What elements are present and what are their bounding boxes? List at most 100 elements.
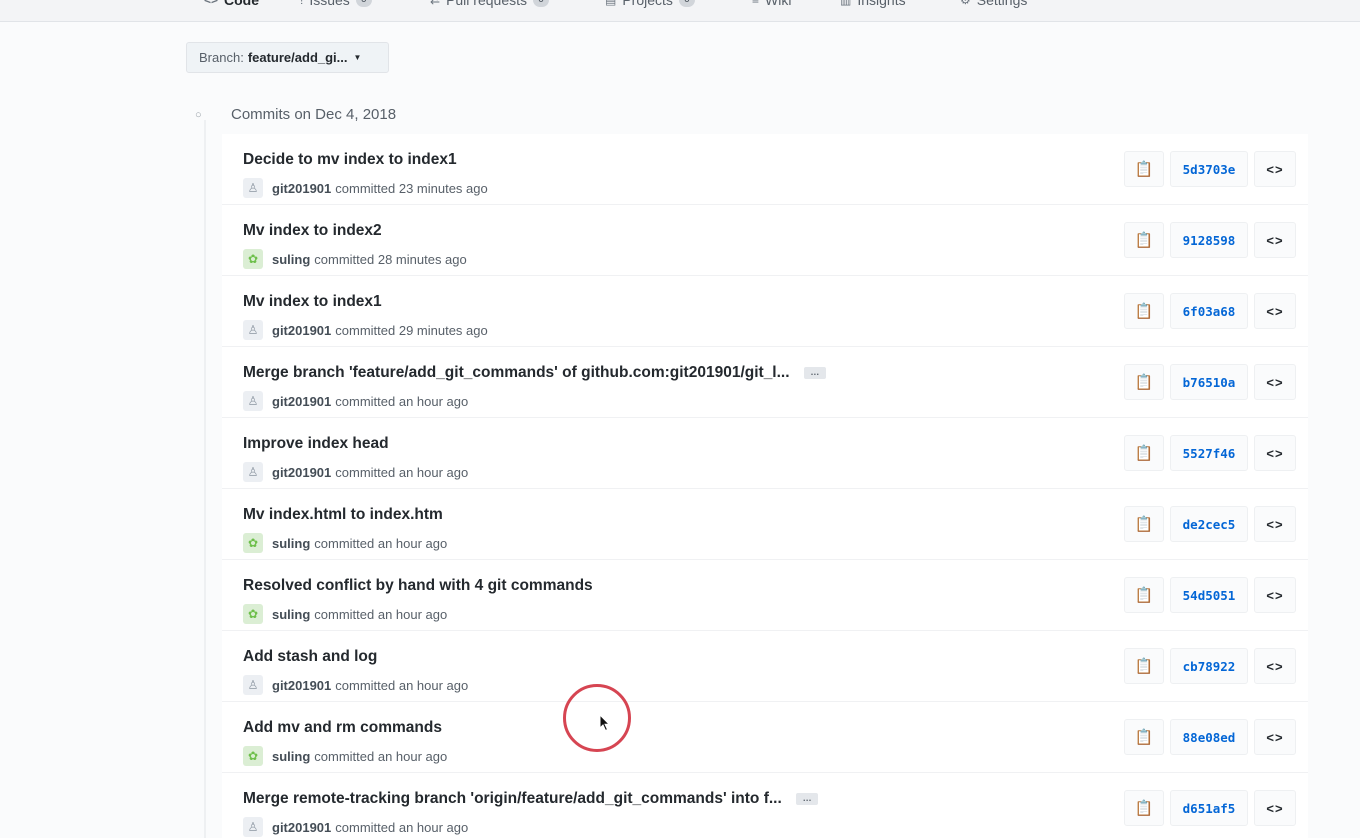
commit-author-link[interactable]: git201901 (272, 465, 331, 480)
clipboard-icon: 📋 (1134, 374, 1154, 391)
tab-issues-label: Issues (309, 0, 350, 8)
commit-actions: 📋 5527f46 <> (1124, 435, 1296, 471)
code-icon: <> (1266, 161, 1284, 177)
commit-author-link[interactable]: suling (272, 607, 310, 622)
tab-insights[interactable]: ▥ Insights (840, 0, 906, 10)
commit-author-link[interactable]: suling (272, 252, 310, 267)
avatar[interactable]: ♙ (243, 391, 263, 411)
browse-repo-button[interactable]: <> (1254, 222, 1296, 258)
commit-sha-link[interactable]: 88e08ed (1170, 719, 1248, 755)
commit-author-link[interactable]: git201901 (272, 323, 331, 338)
commit-sha-link[interactable]: de2cec5 (1170, 506, 1248, 542)
copy-sha-button[interactable]: 📋 (1124, 719, 1164, 755)
commit-message-link[interactable]: Mv index to index2 (243, 222, 382, 239)
avatar[interactable]: ✿ (243, 746, 263, 766)
clipboard-icon: 📋 (1134, 161, 1154, 178)
commit-time: committed an hour ago (314, 748, 448, 764)
commit-sha-link[interactable]: 9128598 (1170, 222, 1248, 258)
copy-sha-button[interactable]: 📋 (1124, 293, 1164, 329)
tab-code[interactable]: <> Code (204, 0, 259, 10)
avatar[interactable]: ♙ (243, 675, 263, 695)
code-icon: <> (1266, 729, 1284, 745)
commit-message-link[interactable]: Mv index to index1 (243, 293, 382, 310)
commit-sha-link[interactable]: 54d5051 (1170, 577, 1248, 613)
code-icon: <> (204, 0, 219, 7)
browse-repo-button[interactable]: <> (1254, 293, 1296, 329)
commit-meta: ✿ suling committed an hour ago (243, 746, 447, 766)
avatar[interactable]: ♙ (243, 320, 263, 340)
commit-actions: 📋 cb78922 <> (1124, 648, 1296, 684)
commit-sha-link[interactable]: d651af5 (1170, 790, 1248, 826)
browse-repo-button[interactable]: <> (1254, 151, 1296, 187)
commit-message-link[interactable]: Merge remote-tracking branch 'origin/fea… (243, 790, 782, 807)
clipboard-icon: 📋 (1134, 232, 1154, 249)
branch-label: Branch: (199, 50, 244, 65)
commit-node-icon: ○ (195, 109, 202, 121)
commit-meta: ♙ git201901 committed 29 minutes ago (243, 320, 488, 340)
commit-row: Improve index head ♙ git201901 committed… (222, 418, 1308, 489)
commit-row: Merge branch 'feature/add_git_commands' … (222, 347, 1308, 418)
browse-repo-button[interactable]: <> (1254, 506, 1296, 542)
tab-issues[interactable]: ! Issues 0 (300, 0, 372, 10)
tab-projects[interactable]: ▤ Projects 0 (605, 0, 695, 10)
commit-author-link[interactable]: git201901 (272, 678, 331, 693)
browse-repo-button[interactable]: <> (1254, 435, 1296, 471)
commit-message-link[interactable]: Decide to mv index to index1 (243, 151, 457, 168)
commit-time: committed an hour ago (335, 677, 469, 693)
avatar[interactable]: ♙ (243, 817, 263, 837)
commit-meta: ♙ git201901 committed an hour ago (243, 817, 468, 837)
pull-request-icon: ⇄ (430, 0, 441, 7)
commit-author-link[interactable]: git201901 (272, 820, 331, 835)
copy-sha-button[interactable]: 📋 (1124, 577, 1164, 613)
commit-author-link[interactable]: suling (272, 536, 310, 551)
copy-sha-button[interactable]: 📋 (1124, 648, 1164, 684)
commit-author-link[interactable]: git201901 (272, 394, 331, 409)
tab-pull-requests[interactable]: ⇄ Pull requests 0 (430, 0, 549, 10)
commit-author-link[interactable]: git201901 (272, 181, 331, 196)
browse-repo-button[interactable]: <> (1254, 648, 1296, 684)
commit-author-link[interactable]: suling (272, 749, 310, 764)
project-icon: ▤ (605, 0, 617, 7)
expand-message-button[interactable]: … (803, 366, 826, 379)
copy-sha-button[interactable]: 📋 (1124, 364, 1164, 400)
commit-row: Merge remote-tracking branch 'origin/fea… (222, 773, 1308, 838)
tab-settings[interactable]: ⚙ Settings (960, 0, 1027, 10)
commit-message-link[interactable]: Resolved conflict by hand with 4 git com… (243, 577, 593, 594)
commit-time: committed an hour ago (314, 535, 448, 551)
code-icon: <> (1266, 800, 1284, 816)
commit-meta: ♙ git201901 committed an hour ago (243, 391, 468, 411)
commit-message-link[interactable]: Add stash and log (243, 648, 377, 665)
commit-actions: 📋 6f03a68 <> (1124, 293, 1296, 329)
browse-repo-button[interactable]: <> (1254, 719, 1296, 755)
branch-select-button[interactable]: Branch: feature/add_gi... ▼ (186, 42, 389, 73)
browse-repo-button[interactable]: <> (1254, 364, 1296, 400)
copy-sha-button[interactable]: 📋 (1124, 506, 1164, 542)
tab-wiki[interactable]: ≡ Wiki (752, 0, 791, 10)
commit-sha-link[interactable]: cb78922 (1170, 648, 1248, 684)
copy-sha-button[interactable]: 📋 (1124, 435, 1164, 471)
avatar[interactable]: ✿ (243, 533, 263, 553)
tab-insights-label: Insights (857, 0, 906, 8)
clipboard-icon: 📋 (1134, 303, 1154, 320)
copy-sha-button[interactable]: 📋 (1124, 222, 1164, 258)
commit-sha-link[interactable]: 5527f46 (1170, 435, 1248, 471)
commit-sha-link[interactable]: b76510a (1170, 364, 1248, 400)
browse-repo-button[interactable]: <> (1254, 790, 1296, 826)
avatar[interactable]: ♙ (243, 178, 263, 198)
commit-message-link[interactable]: Merge branch 'feature/add_git_commands' … (243, 364, 790, 381)
commit-sha-link[interactable]: 5d3703e (1170, 151, 1248, 187)
avatar[interactable]: ✿ (243, 249, 263, 269)
copy-sha-button[interactable]: 📋 (1124, 151, 1164, 187)
commit-message-link[interactable]: Add mv and rm commands (243, 719, 442, 736)
commit-actions: 📋 de2cec5 <> (1124, 506, 1296, 542)
expand-message-button[interactable]: … (796, 792, 819, 805)
avatar[interactable]: ♙ (243, 462, 263, 482)
avatar[interactable]: ✿ (243, 604, 263, 624)
browse-repo-button[interactable]: <> (1254, 577, 1296, 613)
commit-sha-link[interactable]: 6f03a68 (1170, 293, 1248, 329)
commit-meta: ♙ git201901 committed 23 minutes ago (243, 178, 488, 198)
commit-message-link[interactable]: Mv index.html to index.htm (243, 506, 443, 523)
copy-sha-button[interactable]: 📋 (1124, 790, 1164, 826)
commit-message-link[interactable]: Improve index head (243, 435, 389, 452)
commit-time: committed an hour ago (335, 464, 469, 480)
